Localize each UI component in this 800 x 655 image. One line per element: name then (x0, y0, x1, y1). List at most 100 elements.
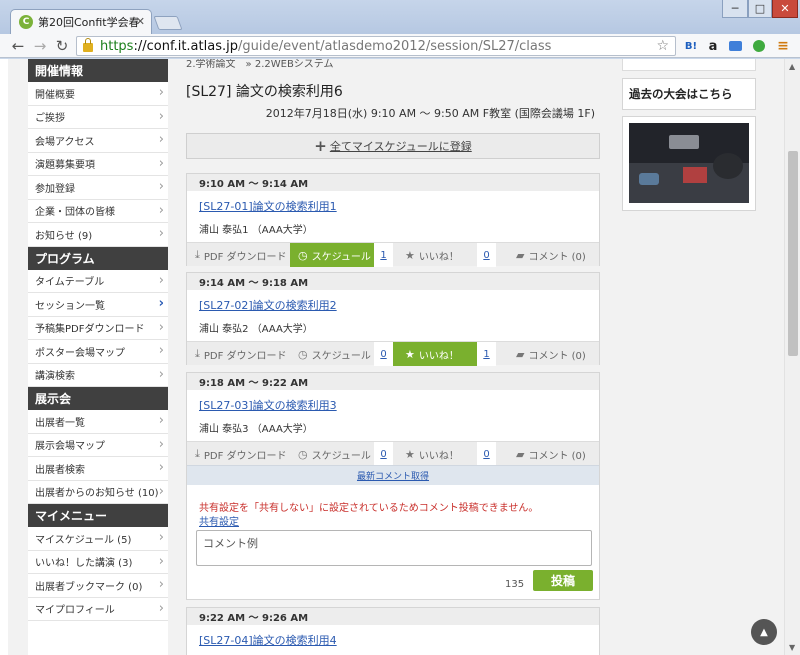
sidebar-item-overview[interactable]: 開催概要 (28, 82, 168, 106)
scroll-to-top-icon[interactable]: ▲ (751, 619, 777, 645)
schedule-button[interactable]: ◷ スケジュール (290, 243, 374, 267)
comment-icon: ▰ (516, 447, 525, 461)
new-tab-button[interactable] (153, 16, 183, 30)
talk-time: 9:14 AM 〜 9:18 AM (187, 273, 599, 290)
browser-menu-icon[interactable]: ≡ (774, 37, 792, 55)
schedule-button[interactable]: ◷ スケジュール (290, 342, 374, 366)
photo-banner[interactable] (622, 116, 756, 211)
clock-icon: ◷ (298, 447, 308, 461)
breadcrumb[interactable]: 2.学術論文 » 2.2WEBシステム (186, 59, 334, 70)
scrollbar-thumb[interactable] (788, 151, 798, 356)
window-close-button[interactable]: ✕ (772, 0, 798, 18)
tab-close-icon[interactable]: ✕ (136, 15, 145, 28)
window-titlebar: C 第20回Confit学会春季学 ✕ ─ □ ✕ (0, 0, 800, 34)
sidebar-item-greeting[interactable]: ご挨拶 (28, 106, 168, 129)
window-minimize-button[interactable]: ─ (722, 0, 748, 18)
sidebar-section-header: マイメニュー (28, 504, 168, 527)
post-comment-button[interactable]: 投稿 (533, 570, 593, 591)
schedule-button[interactable]: ◷ スケジュール (290, 442, 374, 466)
comment-button[interactable]: ▰ コメント (0) (496, 243, 599, 267)
sidebar-item-talk-search[interactable]: 講演検索 (28, 364, 168, 387)
sidebar-item-exhibition-map[interactable]: 展示会場マップ (28, 434, 168, 457)
forward-arrow-icon[interactable]: → (30, 36, 50, 56)
like-button[interactable]: ★ いいね！ (393, 342, 477, 366)
like-button[interactable]: ★ いいね！ (393, 243, 477, 267)
hatena-bookmark-icon[interactable]: B! (682, 37, 700, 55)
sidebar-section-header: プログラム (28, 246, 168, 270)
pdf-download-button[interactable]: ⤓ PDF ダウンロード (187, 342, 290, 366)
sidebar-item-companies[interactable]: 企業・団体の皆様 (28, 200, 168, 223)
sidebar-section-header: 開催情報 (28, 59, 168, 82)
page-scrollbar[interactable]: ▲ ▼ (784, 59, 800, 655)
talk-title-link[interactable]: [SL27-02]論文の検索利用2 (199, 297, 337, 313)
schedule-count[interactable]: 0 (374, 342, 393, 366)
sidebar-item-proceedings-pdf[interactable]: 予稿集PDFダウンロード (28, 317, 168, 340)
confit-favicon-icon: C (19, 15, 33, 29)
sidebar-item-liked-talks[interactable]: いいね！した講演 (3) (28, 551, 168, 574)
sidebar-item-exhibitors[interactable]: 出展者一覧 (28, 410, 168, 434)
sidebar-item-exhibitor-search[interactable]: 出展者検索 (28, 457, 168, 481)
pdf-download-button[interactable]: ⤓ PDF ダウンロード (187, 243, 290, 267)
sidebar-item-call-for-papers[interactable]: 演題募集要項 (28, 153, 168, 176)
sidebar-item-news[interactable]: お知らせ (9) (28, 223, 168, 247)
sidebar-nav: 開催情報 開催概要 ご挨拶 会場アクセス 演題募集要項 参加登録 企業・団体の皆… (28, 59, 168, 655)
like-count[interactable]: 0 (477, 243, 496, 267)
register-all-button[interactable]: + 全てマイスケジュールに登録 (186, 133, 600, 159)
talk-title-link[interactable]: [SL27-04]論文の検索利用4 (199, 632, 337, 648)
browser-toolbar: ← → ↻ https://conf.it.atlas.jp/guide/eve… (0, 34, 800, 58)
talk-actions: ⤓ PDF ダウンロード ◷ スケジュール 0 ★ いいね！ 0 ▰ コメント (0) (187, 441, 599, 466)
sidebar-item-exhibitor-bookmarks[interactable]: 出展者ブックマーク (0) (28, 574, 168, 598)
sidebar-item-registration[interactable]: 参加登録 (28, 176, 168, 200)
page-title: [SL27] 論文の検索利用6 (186, 84, 343, 100)
past-events-banner[interactable]: 過去の大会はこちら (622, 78, 756, 110)
address-bar[interactable]: https://conf.it.atlas.jp/guide/event/atl… (76, 36, 676, 56)
evernote-icon[interactable] (750, 37, 768, 55)
comment-button[interactable]: ▰ コメント (0) (496, 442, 599, 466)
schedule-count[interactable]: 1 (374, 243, 393, 267)
comment-button[interactable]: ▰ コメント (0) (496, 342, 599, 366)
url-host: ://conf.it.atlas.jp (133, 38, 238, 54)
reload-icon[interactable]: ↻ (52, 36, 72, 56)
download-icon: ⤓ (195, 447, 200, 460)
amazon-icon[interactable]: a (704, 37, 722, 55)
browser-tab[interactable]: C 第20回Confit学会春季学 ✕ (10, 9, 152, 34)
scroll-down-arrow-icon[interactable]: ▼ (789, 643, 795, 652)
schedule-count[interactable]: 0 (374, 442, 393, 466)
star-icon: ★ (405, 347, 415, 361)
like-button[interactable]: ★ いいね！ (393, 442, 477, 466)
comment-input[interactable]: コメント例 (196, 530, 592, 566)
star-icon: ★ (405, 447, 415, 461)
back-arrow-icon[interactable]: ← (8, 36, 28, 56)
scroll-up-arrow-icon[interactable]: ▲ (789, 62, 795, 71)
page-viewport: 開催情報 開催概要 ご挨拶 会場アクセス 演題募集要項 参加登録 企業・団体の皆… (0, 59, 800, 655)
sidebar-item-access[interactable]: 会場アクセス (28, 129, 168, 153)
sidebar-item-my-profile[interactable]: マイプロフィール (28, 598, 168, 621)
talk-title-link[interactable]: [SL27-01]論文の検索利用1 (199, 198, 337, 214)
url-scheme: https (100, 38, 134, 54)
like-count[interactable]: 1 (477, 342, 496, 366)
sidebar-item-exhibitor-news[interactable]: 出展者からのお知らせ (10) (28, 481, 168, 504)
sidebar-section-header: 展示会 (28, 387, 168, 410)
talk-actions: ⤓ PDF ダウンロード ◷ スケジュール 1 ★ いいね！ 0 ▰ コメント (0) (187, 242, 599, 267)
char-counter: 135 (505, 579, 525, 590)
window-maximize-button[interactable]: □ (748, 0, 772, 18)
chat-extension-icon[interactable] (726, 37, 744, 55)
share-settings-link[interactable]: 共有設定 (199, 513, 239, 528)
sidebar-item-my-schedule[interactable]: マイスケジュール (5) (28, 527, 168, 551)
talk-title-link[interactable]: [SL27-03]論文の検索利用3 (199, 397, 337, 413)
talk-author: 浦山 泰弘1 （AAA大学） (199, 225, 313, 236)
sidebar-item-sessions[interactable]: セッション一覧 (28, 293, 168, 317)
plus-icon: + (314, 137, 327, 155)
talk-time: 9:18 AM 〜 9:22 AM (187, 373, 599, 390)
star-icon: ★ (405, 248, 415, 262)
talk-card: 9:10 AM 〜 9:14 AM [SL27-01]論文の検索利用1 浦山 泰… (186, 173, 600, 267)
sidebar-item-timetable[interactable]: タイムテーブル (28, 270, 168, 293)
bookmark-star-icon[interactable]: ☆ (656, 38, 669, 54)
right-top-box (622, 59, 756, 71)
refresh-comments-link[interactable]: 最新コメント取得 (187, 465, 599, 485)
download-icon: ⤓ (195, 248, 200, 261)
pdf-download-button[interactable]: ⤓ PDF ダウンロード (187, 442, 290, 466)
sidebar-item-poster-map[interactable]: ポスター会場マップ (28, 340, 168, 364)
like-count[interactable]: 0 (477, 442, 496, 466)
comment-icon: ▰ (516, 248, 525, 262)
